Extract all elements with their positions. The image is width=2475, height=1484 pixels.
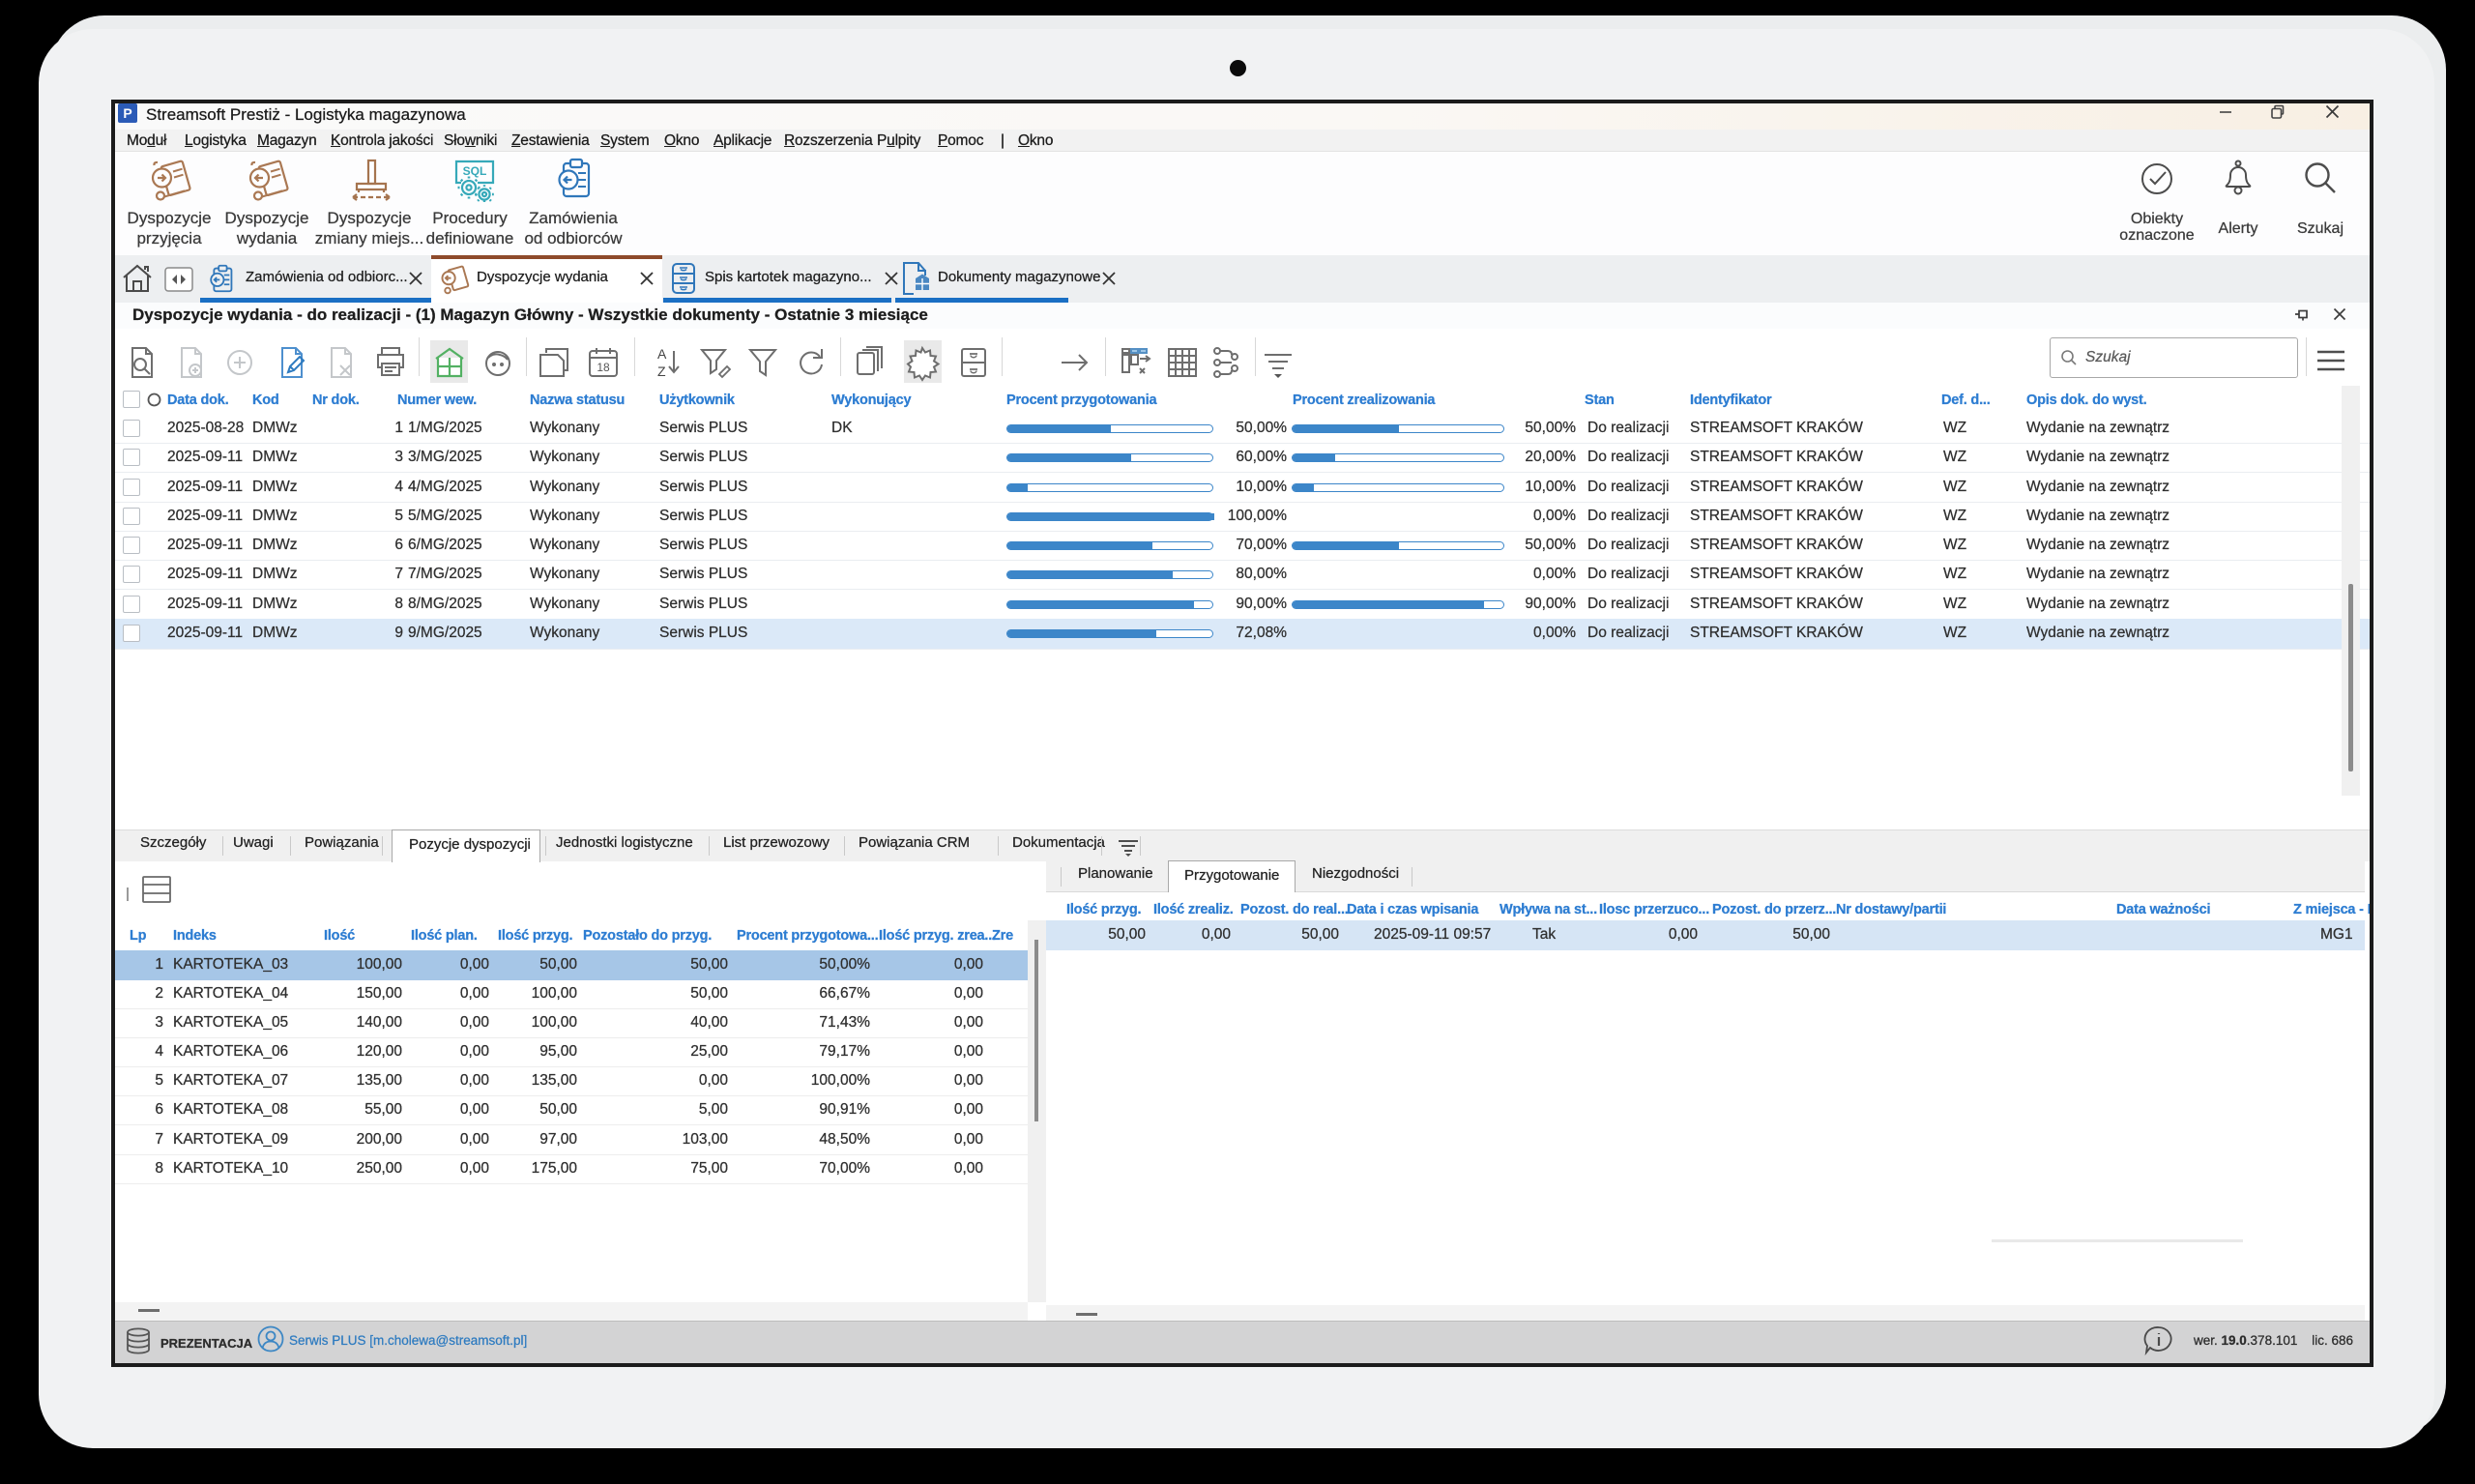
svg-text:18: 18 xyxy=(597,361,610,374)
svg-text:SQL: SQL xyxy=(463,164,487,178)
svg-text:P: P xyxy=(123,105,131,121)
svg-text:Z: Z xyxy=(657,364,666,379)
svg-text:A: A xyxy=(657,346,667,362)
